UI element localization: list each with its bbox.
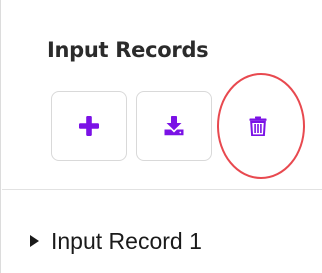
- delete-record-button[interactable]: [220, 91, 296, 161]
- divider: [2, 189, 322, 190]
- trash-icon: [249, 116, 267, 136]
- panel-title: Input Records: [47, 38, 209, 62]
- add-record-button[interactable]: [51, 91, 127, 161]
- input-records-panel: Input Records Input Record 1: [0, 0, 322, 273]
- input-record-label: Input Record 1: [51, 227, 202, 254]
- download-record-button[interactable]: [136, 91, 212, 161]
- input-record-row[interactable]: Input Record 1: [27, 226, 202, 256]
- download-icon: [164, 116, 184, 136]
- plus-icon: [79, 116, 99, 136]
- caret-right-icon[interactable]: [30, 235, 39, 247]
